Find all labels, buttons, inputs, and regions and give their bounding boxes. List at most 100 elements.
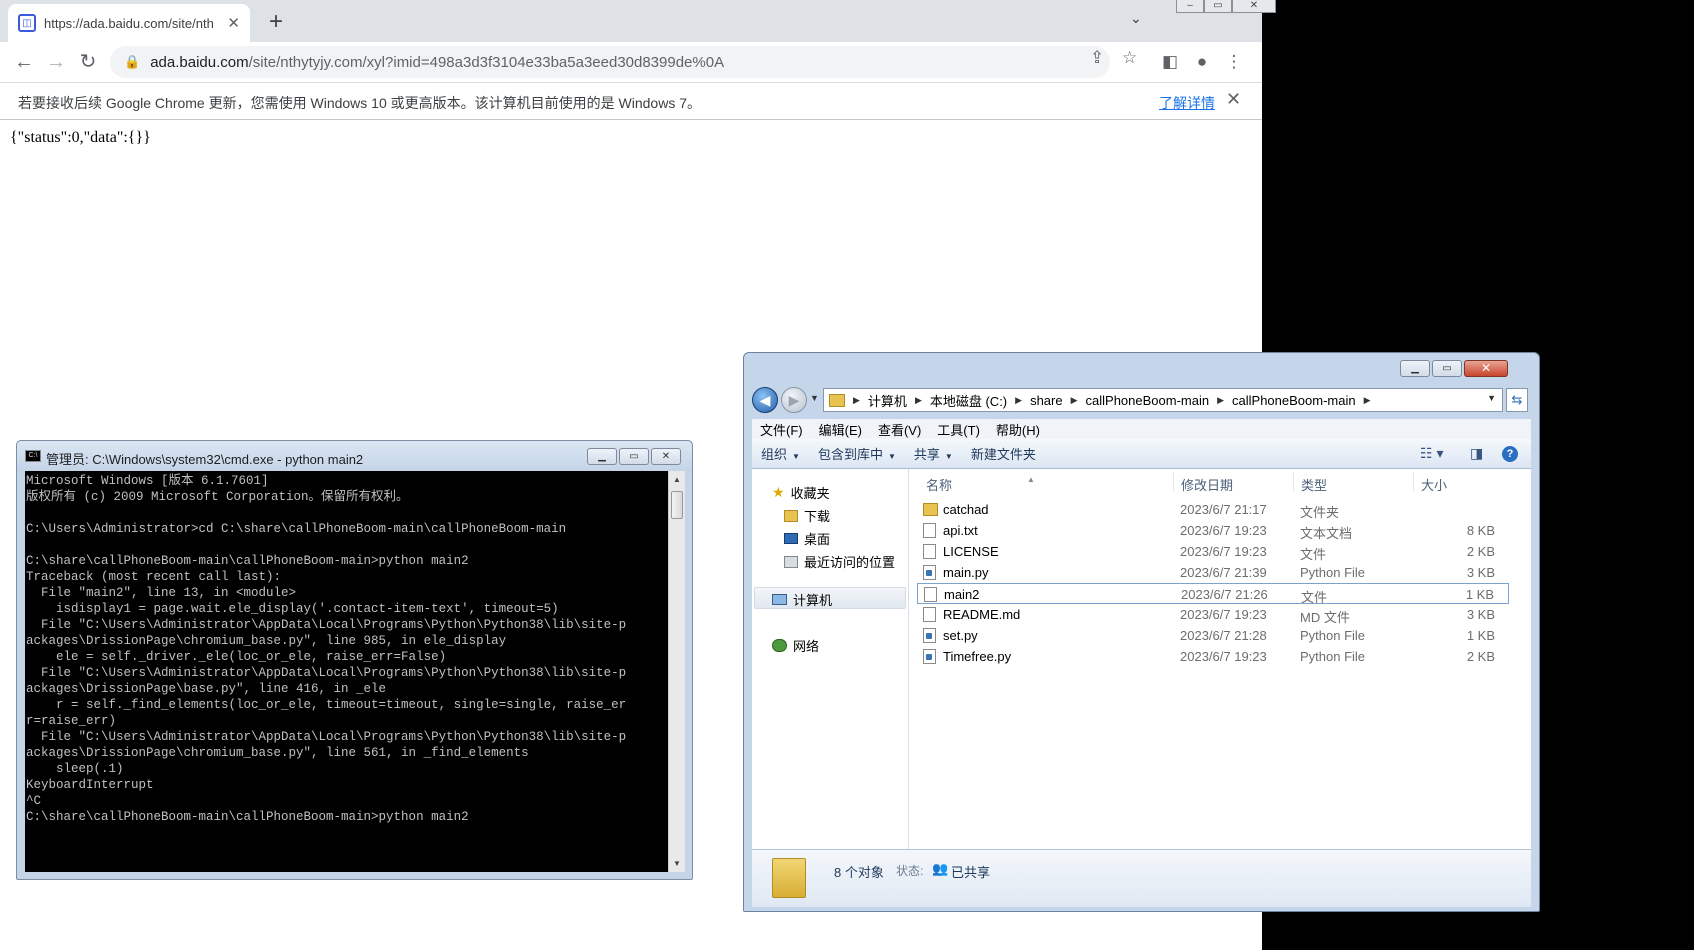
browser-tab[interactable]: ◫ https://ada.baidu.com/site/nth ✕ xyxy=(8,4,250,42)
bookmark-star-icon[interactable]: ☆ xyxy=(1122,48,1137,68)
file-row[interactable]: api.txt 2023/6/7 19:23 文本文档 8 KB xyxy=(917,520,1509,541)
minimize-button[interactable]: ▁ xyxy=(587,448,617,465)
console-scrollbar[interactable]: ▲ ▼ xyxy=(668,471,685,872)
page-body-json: {"status":0,"data":{}} xyxy=(10,129,151,146)
file-icon xyxy=(923,523,936,538)
tab-search-chevron-icon[interactable]: ⌄ xyxy=(1130,10,1142,27)
side-panel-icon[interactable]: ◧ xyxy=(1156,48,1184,76)
maximize-button[interactable]: ▭ xyxy=(619,448,649,465)
file-modified: 2023/6/7 21:28 xyxy=(1180,628,1267,643)
nav-computer[interactable]: 计算机 xyxy=(772,590,832,609)
file-modified: 2023/6/7 19:23 xyxy=(1180,649,1267,664)
forward-arrow-icon[interactable]: → xyxy=(42,48,70,76)
column-divider[interactable] xyxy=(1293,472,1294,492)
cmd-titlebar[interactable]: C:\ 管理员: C:\Windows\system32\cmd.exe - p… xyxy=(17,441,692,471)
menu-help[interactable]: 帮助(H) xyxy=(988,420,1048,439)
console-line: Microsoft Windows [版本 6.1.7601] xyxy=(26,474,269,488)
breadcrumb-computer[interactable]: 计算机 xyxy=(862,391,913,410)
share-icon[interactable]: ⇪ xyxy=(1090,48,1104,68)
nav-downloads[interactable]: 下载 xyxy=(784,506,830,525)
file-name: api.txt xyxy=(943,523,978,538)
maximize-button[interactable]: ▭ xyxy=(1432,360,1462,377)
file-row[interactable]: main2 2023/6/7 21:26 文件 1 KB xyxy=(917,583,1509,605)
chevron-right-icon[interactable]: ▶ xyxy=(1362,395,1373,406)
breadcrumb-callphoneboom-main-inner[interactable]: callPhoneBoom-main xyxy=(1226,393,1362,408)
new-tab-button[interactable]: + xyxy=(262,9,290,37)
console-output[interactable]: Microsoft Windows [版本 6.1.7601] 版权所有 (c) … xyxy=(25,471,668,872)
address-bar[interactable]: 🔒 ada.baidu.com /site/nthytyjy.com/xyl?i… xyxy=(110,46,1110,78)
help-icon[interactable]: ? xyxy=(1502,446,1518,462)
file-row[interactable]: LICENSE 2023/6/7 19:23 文件 2 KB xyxy=(917,541,1509,562)
scrollbar-thumb[interactable] xyxy=(671,491,683,519)
minimize-button[interactable]: – xyxy=(1176,0,1204,13)
refresh-icon[interactable]: ⇆ xyxy=(1506,388,1528,412)
shared-users-icon: 👥 xyxy=(932,861,949,876)
address-breadcrumb[interactable]: ▶ 计算机 ▶ 本地磁盘 (C:) ▶ share ▶ callPhoneBoo… xyxy=(823,388,1503,412)
close-window-button[interactable]: ✕ xyxy=(1232,0,1276,13)
navigation-pane: ★ 收藏夹 下载 桌面 最近访问的位置 计算机 网络 xyxy=(752,469,909,849)
learn-more-link[interactable]: 了解详情 xyxy=(1159,93,1215,113)
breadcrumb-drive-c[interactable]: 本地磁盘 (C:) xyxy=(924,391,1013,410)
tab-close-icon[interactable]: ✕ xyxy=(227,14,240,32)
share-button[interactable]: 共享 ▼ xyxy=(905,444,962,463)
file-size: 3 KB xyxy=(1466,607,1495,622)
scroll-up-icon[interactable]: ▲ xyxy=(673,475,681,484)
close-window-button[interactable]: ✕ xyxy=(1464,360,1508,377)
console-line: r=raise_err) xyxy=(26,714,117,728)
maximize-button[interactable]: ▭ xyxy=(1204,0,1232,13)
recent-pages-chevron-icon[interactable]: ▼ xyxy=(810,393,819,403)
chevron-right-icon[interactable]: ▶ xyxy=(1069,395,1080,406)
back-arrow-icon[interactable]: ← xyxy=(10,48,38,76)
back-arrow-icon[interactable]: ◀ xyxy=(752,387,778,413)
column-modified[interactable]: 修改日期 xyxy=(1181,475,1233,494)
nav-network[interactable]: 网络 xyxy=(772,636,819,655)
file-row[interactable]: Timefree.py 2023/6/7 19:23 Python File 2 KB xyxy=(917,646,1509,667)
column-divider[interactable] xyxy=(1173,472,1174,492)
file-row[interactable]: catchad 2023/6/7 21:17 文件夹 xyxy=(917,499,1509,520)
folder-icon xyxy=(923,503,938,516)
breadcrumb-callphoneboom-main[interactable]: callPhoneBoom-main xyxy=(1080,393,1216,408)
column-name[interactable]: 名称 xyxy=(926,475,952,494)
chevron-right-icon[interactable]: ▶ xyxy=(913,395,924,406)
menu-view[interactable]: 查看(V) xyxy=(870,420,929,439)
file-row[interactable]: main.py 2023/6/7 21:39 Python File 3 KB xyxy=(917,562,1509,583)
file-modified: 2023/6/7 19:23 xyxy=(1180,523,1267,538)
update-infobar: 若要接收后续 Google Chrome 更新，您需使用 Windows 10 … xyxy=(0,82,1262,120)
chevron-right-icon[interactable]: ▶ xyxy=(1013,395,1024,406)
file-type: 文件夹 xyxy=(1300,505,1340,520)
file-row[interactable]: README.md 2023/6/7 19:23 MD 文件 3 KB xyxy=(917,604,1509,625)
preview-pane-icon[interactable]: ◨ xyxy=(1470,445,1483,462)
organize-button[interactable]: 组织 ▼ xyxy=(752,444,809,463)
address-dropdown-icon[interactable]: ▼ xyxy=(1487,393,1496,403)
forward-arrow-icon[interactable]: ▶ xyxy=(781,387,807,413)
reload-icon[interactable]: ↻ xyxy=(74,48,102,76)
menu-dots-icon[interactable]: ⋮ xyxy=(1220,48,1248,76)
infobar-close-icon[interactable]: ✕ xyxy=(1226,89,1241,110)
breadcrumb-share[interactable]: share xyxy=(1024,393,1069,408)
nav-recent-places[interactable]: 最近访问的位置 xyxy=(784,552,895,571)
column-type[interactable]: 类型 xyxy=(1301,475,1327,494)
profile-avatar-icon[interactable]: ● xyxy=(1188,48,1216,76)
file-name: catchad xyxy=(943,502,989,517)
file-type: Python File xyxy=(1300,565,1366,580)
nav-favorites[interactable]: ★ 收藏夹 xyxy=(772,483,830,502)
menu-edit[interactable]: 编辑(E) xyxy=(811,420,870,439)
chevron-right-icon[interactable]: ▶ xyxy=(1215,395,1226,406)
console-line: File "C:\Users\Administrator\AppData\Loc… xyxy=(26,666,627,680)
minimize-button[interactable]: ▁ xyxy=(1400,360,1430,377)
menu-file[interactable]: 文件(F) xyxy=(752,420,811,439)
network-icon xyxy=(772,639,787,652)
include-in-library-button[interactable]: 包含到库中 ▼ xyxy=(809,444,905,463)
scroll-down-icon[interactable]: ▼ xyxy=(673,859,681,868)
view-options-icon[interactable]: ☷ ▾ xyxy=(1420,445,1443,462)
chevron-right-icon[interactable]: ▶ xyxy=(851,395,862,406)
new-folder-button[interactable]: 新建文件夹 xyxy=(962,444,1045,463)
column-size[interactable]: 大小 xyxy=(1421,475,1447,494)
nav-desktop[interactable]: 桌面 xyxy=(784,529,830,548)
console-line: 版权所有 (c) 2009 Microsoft Corporation。保留所有… xyxy=(26,490,409,504)
close-window-button[interactable]: ✕ xyxy=(651,448,681,465)
menu-tools[interactable]: 工具(T) xyxy=(929,420,988,439)
file-row[interactable]: set.py 2023/6/7 21:28 Python File 1 KB xyxy=(917,625,1509,646)
column-divider[interactable] xyxy=(1413,472,1414,492)
